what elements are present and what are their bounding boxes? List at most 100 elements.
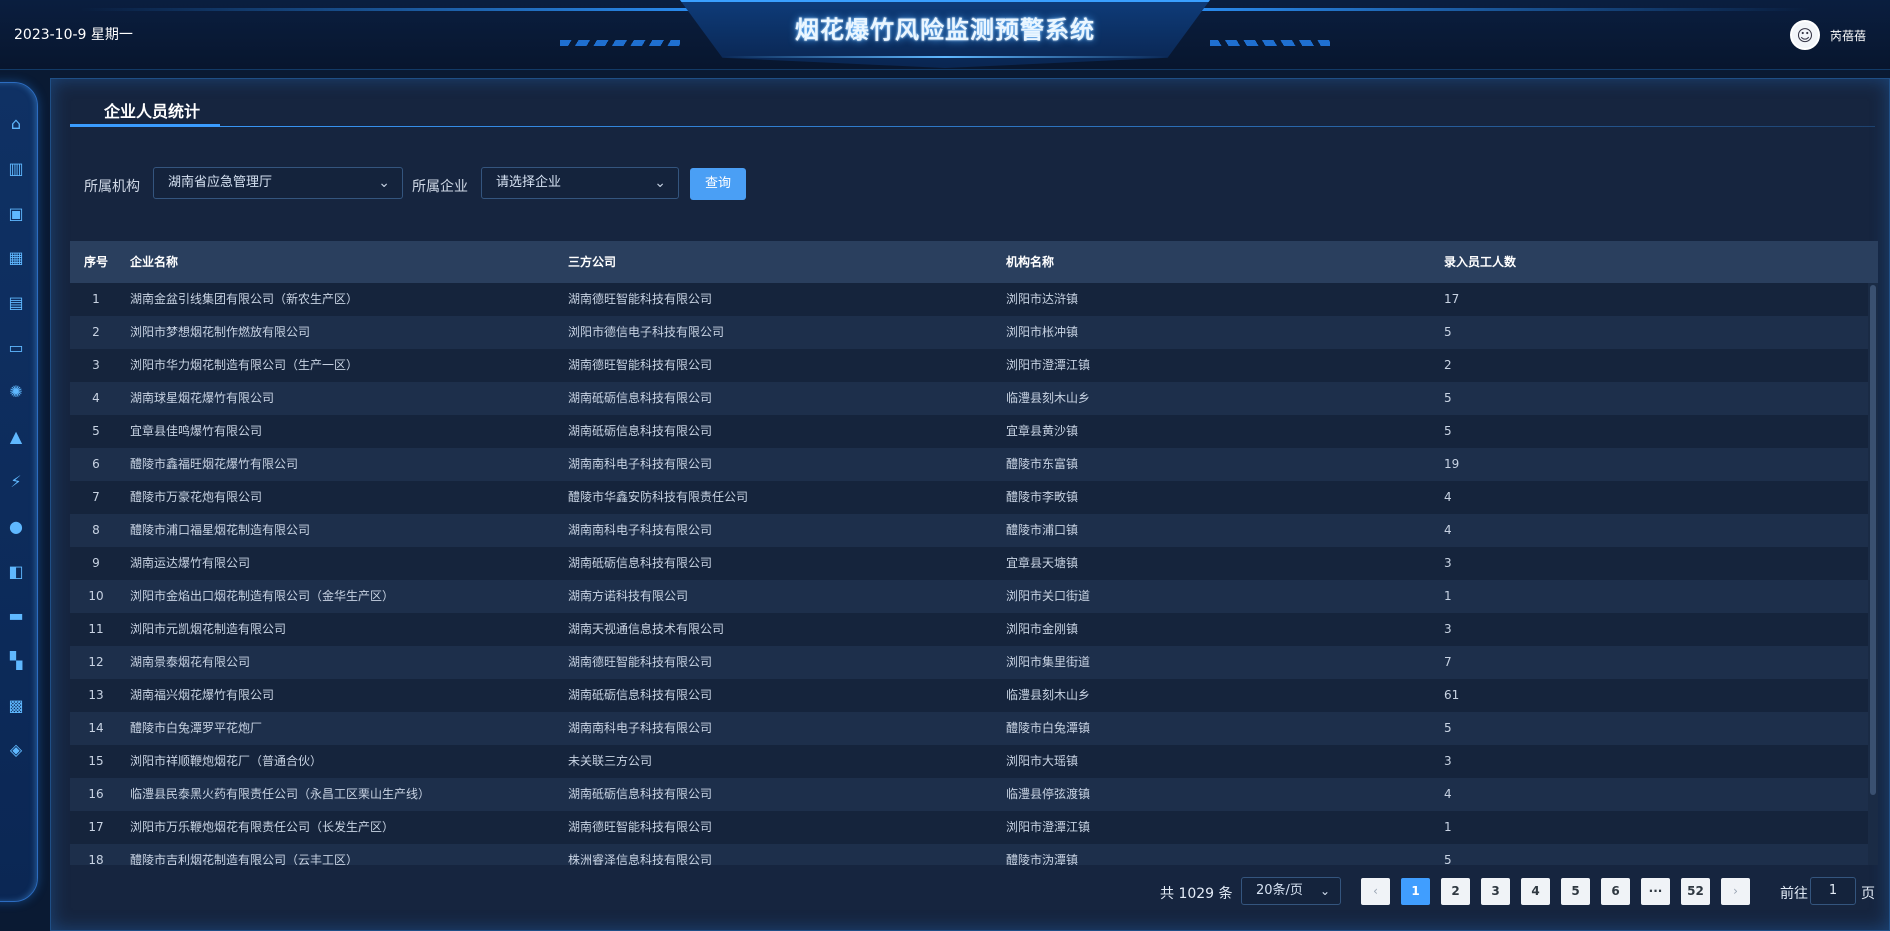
cell-org: 临澧县刻木山乡 [1006,688,1091,702]
page-ellipsis-button[interactable]: ··· [1641,878,1670,905]
goto-page-input[interactable]: 1 [1810,877,1856,905]
table-row[interactable]: 15 浏阳市祥顺鞭炮烟花厂（普通合伙） 未关联三方公司 浏阳市大瑶镇 3 [70,745,1868,778]
stats-icon[interactable]: ▩ [7,697,25,715]
cell-staff-count: 5 [1444,391,1452,405]
org-filter-label: 所属机构 [84,179,140,195]
cell-index: 14 [88,721,104,735]
cell-org: 醴陵市东富镇 [1006,457,1079,471]
page-button[interactable]: 4 [1521,878,1550,905]
layers-icon[interactable]: ◈ [7,741,25,759]
cell-staff-count: 3 [1444,754,1452,768]
page-button[interactable]: 52 [1681,878,1710,905]
table-row[interactable]: 12 湖南景泰烟花有限公司 湖南德旺智能科技有限公司 浏阳市集里街道 7 [70,646,1868,679]
chevron-down-icon: ⌄ [378,175,390,191]
grid-icon[interactable]: ▚ [7,652,25,670]
table-row[interactable]: 5 宜章县佳鸣爆竹有限公司 湖南砥砺信息科技有限公司 宜章县黄沙镇 5 [70,415,1868,448]
cell-third-party: 湖南德旺智能科技有限公司 [568,820,713,834]
page-size-select[interactable]: 20条/页 ⌄ [1241,877,1341,905]
table-row[interactable]: 11 浏阳市元凯烟花制造有限公司 湖南天视通信息技术有限公司 浏阳市金刚镇 3 [70,613,1868,646]
calendar-icon[interactable]: ▭ [7,339,25,357]
cell-third-party: 株洲睿泽信息科技有限公司 [568,853,713,865]
cell-org: 浏阳市大瑶镇 [1006,754,1079,768]
table-row[interactable]: 3 浏阳市华力烟花制造有限公司（生产一区） 湖南德旺智能科技有限公司 浏阳市澄潭江镇 2 [70,349,1868,382]
cell-staff-count: 4 [1444,787,1452,801]
table-row[interactable]: 2 浏阳市梦想烟花制作燃放有限公司 浏阳市德信电子科技有限公司 浏阳市枨冲镇 5 [70,316,1868,349]
cell-index: 12 [88,655,104,669]
alarm-light-icon[interactable]: ✺ [7,383,25,401]
cell-company: 醴陵市吉利烟花制造有限公司（云丰工区） [130,853,359,865]
table-row[interactable]: 6 醴陵市鑫福旺烟花爆竹有限公司 湖南南科电子科技有限公司 醴陵市东富镇 19 [70,448,1868,481]
table-row[interactable]: 9 湖南运达爆竹有限公司 湖南砥砺信息科技有限公司 宜章县天塘镇 3 [70,547,1868,580]
power-icon[interactable]: ⚡ [7,473,25,491]
table-row[interactable]: 7 醴陵市万豪花炮有限公司 醴陵市华鑫安防科技有限责任公司 醴陵市李畋镇 4 [70,481,1868,514]
lightbulb-icon[interactable]: ● [7,518,25,536]
user-name[interactable]: 芮蓓蓓 [1830,27,1866,44]
cell-index: 5 [92,424,100,438]
cell-staff-count: 4 [1444,523,1452,537]
header-wing-right [1210,40,1330,46]
goto-suffix: 页 [1861,886,1875,902]
cell-index: 11 [88,622,104,636]
cell-org: 浏阳市达浒镇 [1006,292,1079,306]
cell-index: 15 [88,754,104,768]
cell-index: 10 [88,589,104,603]
cell-staff-count: 61 [1444,688,1460,702]
staff-table: 序号 企业名称 三方公司 机构名称 录入员工人数 1 湖南金盆引线集团有限公司（新… [70,241,1878,865]
header-glow-left [80,8,700,11]
header-wing-left [560,40,680,46]
cell-company: 醴陵市万豪花炮有限公司 [130,490,263,504]
cell-third-party: 湖南南科电子科技有限公司 [568,721,713,735]
org-select[interactable]: 湖南省应急管理厅 ⌄ [153,167,403,199]
table-row[interactable]: 18 醴陵市吉利烟花制造有限公司（云丰工区） 株洲睿泽信息科技有限公司 醴陵市沩潭镇 5 [70,844,1868,865]
cell-third-party: 湖南天视通信息技术有限公司 [568,622,725,636]
cell-company: 湖南运达爆竹有限公司 [130,556,251,570]
cell-company: 浏阳市华力烟花制造有限公司（生产一区） [130,358,359,372]
briefcase-icon[interactable]: ▣ [7,205,25,223]
prev-page-button[interactable]: ‹ [1361,878,1390,905]
cell-org: 醴陵市白兔潭镇 [1006,721,1091,735]
table-row[interactable]: 10 浏阳市金焰出口烟花制造有限公司（金华生产区） 湖南方诺科技有限公司 浏阳市关口街… [70,580,1868,613]
company-select[interactable]: 请选择企业 ⌄ [481,167,679,199]
table-row[interactable]: 13 湖南福兴烟花爆竹有限公司 湖南砥砺信息科技有限公司 临澧县刻木山乡 61 [70,679,1868,712]
bar-chart-icon[interactable]: ▦ [7,249,25,267]
page-button[interactable]: 2 [1441,878,1470,905]
monitor-chart-icon[interactable]: ▬ [7,607,25,625]
column-header-index: 序号 [83,255,108,269]
building-icon[interactable]: ▥ [7,160,25,178]
warning-icon[interactable]: ▲ [7,428,25,446]
user-menu[interactable]: ☺ 芮蓓蓓 [1789,20,1866,50]
title-underline [70,124,220,127]
cell-company: 浏阳市梦想烟花制作燃放有限公司 [130,325,311,339]
page-button[interactable]: 3 [1481,878,1510,905]
cell-third-party: 湖南南科电子科技有限公司 [568,523,713,537]
cell-staff-count: 4 [1444,490,1452,504]
top-header: 烟花爆竹风险监测预警系统 2023-10-9 星期一 ☺ 芮蓓蓓 [0,0,1890,70]
home-icon[interactable]: ⌂ [7,115,25,133]
page-button[interactable]: 1 [1401,878,1430,905]
cell-index: 9 [92,556,100,570]
scrollbar-thumb[interactable] [1870,285,1876,795]
cell-company: 醴陵市白兔潭罗平花炮厂 [130,721,263,735]
table-row[interactable]: 14 醴陵市白兔潭罗平花炮厂 湖南南科电子科技有限公司 醴陵市白兔潭镇 5 [70,712,1868,745]
document-search-icon[interactable]: ◧ [7,563,25,581]
table-row[interactable]: 4 湖南球星烟花爆竹有限公司 湖南砥砺信息科技有限公司 临澧县刻木山乡 5 [70,382,1868,415]
query-button[interactable]: 查询 [690,168,746,200]
org-select-value: 湖南省应急管理厅 [168,175,273,190]
cell-org: 浏阳市关口街道 [1006,589,1091,603]
cell-third-party: 湖南砥砺信息科技有限公司 [568,391,713,405]
cell-index: 18 [88,853,104,865]
cell-index: 17 [88,820,104,834]
page-button[interactable]: 5 [1561,878,1590,905]
next-page-button[interactable]: › [1721,878,1750,905]
table-row[interactable]: 1 湖南金盆引线集团有限公司（新农生产区） 湖南德旺智能科技有限公司 浏阳市达浒镇 17 [70,283,1868,316]
avatar[interactable]: ☺ [1789,20,1820,50]
table-scrollbar[interactable] [1868,283,1878,865]
cell-staff-count: 3 [1444,556,1452,570]
cell-index: 13 [88,688,104,702]
table-row[interactable]: 16 临澧县民泰黑火药有限责任公司（永昌工区栗山生产线） 湖南砥砺信息科技有限公司 临… [70,778,1868,811]
table-row[interactable]: 17 浏阳市万乐鞭炮烟花有限责任公司（长发生产区） 湖南德旺智能科技有限公司 浏阳市澄… [70,811,1868,844]
table-row[interactable]: 8 醴陵市浦口福星烟花制造有限公司 湖南南科电子科技有限公司 醴陵市浦口镇 4 [70,514,1868,547]
cell-third-party: 湖南砥砺信息科技有限公司 [568,556,713,570]
image-icon[interactable]: ▤ [7,294,25,312]
page-button[interactable]: 6 [1601,878,1630,905]
